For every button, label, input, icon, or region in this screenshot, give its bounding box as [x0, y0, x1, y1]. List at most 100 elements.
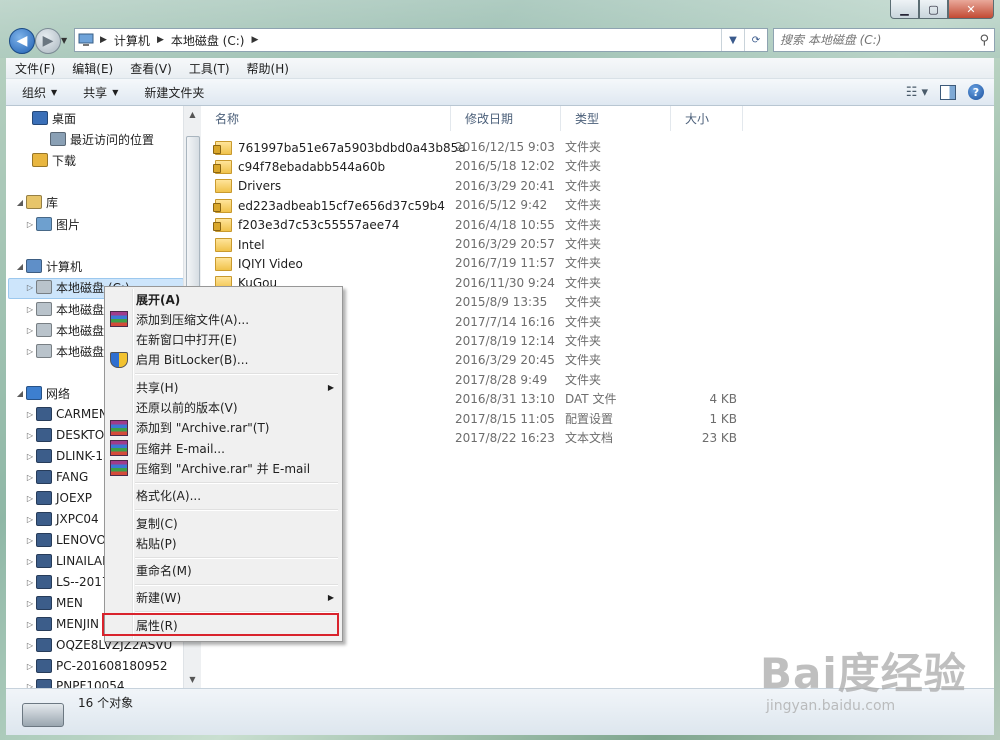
- nav-item[interactable]: ▷ DESKTOP: [24, 425, 111, 445]
- collapsed-arrow-icon[interactable]: ▷: [24, 536, 36, 545]
- breadcrumb-computer[interactable]: 计算机: [110, 32, 154, 49]
- file-row[interactable]: IQIYI Video 2016/7/19 11:57 文件夹: [201, 254, 761, 273]
- refresh-icon[interactable]: ⟳: [744, 29, 767, 51]
- nav-item[interactable]: ▷ JOEXP: [24, 488, 92, 508]
- view-options-icon[interactable]: ☷ ▾: [906, 85, 928, 100]
- column-header-name[interactable]: 名称: [201, 106, 451, 131]
- file-row[interactable]: ed223adbeab15cf7e656d37c59b4 2016/5/12 9:…: [201, 196, 761, 215]
- menu-view[interactable]: 查看(V): [121, 60, 180, 77]
- recent-pages-dropdown[interactable]: ▼: [61, 36, 67, 45]
- search-input[interactable]: [774, 32, 962, 48]
- file-row[interactable]: c94f78ebadabb544a60b 2016/5/18 12:02 文件夹: [201, 157, 761, 176]
- collapsed-arrow-icon[interactable]: ▷: [24, 599, 36, 608]
- scroll-thumb[interactable]: [186, 136, 200, 288]
- breadcrumb-separator[interactable]: ▶: [248, 35, 261, 45]
- collapsed-arrow-icon[interactable]: ▷: [24, 283, 36, 292]
- preview-pane-icon[interactable]: [940, 84, 956, 100]
- collapsed-arrow-icon[interactable]: ▷: [24, 494, 36, 503]
- collapsed-arrow-icon[interactable]: ▷: [24, 473, 36, 482]
- scroll-up-icon[interactable]: ▲: [184, 106, 201, 123]
- nav-item[interactable]: ▷ MENJIN: [24, 614, 99, 634]
- collapsed-arrow-icon[interactable]: ▷: [24, 347, 36, 356]
- collapsed-arrow-icon[interactable]: ▷: [24, 662, 36, 671]
- search-icon[interactable]: ⚲: [979, 33, 989, 48]
- share-button[interactable]: 共享 ▼: [67, 84, 128, 101]
- nav-item[interactable]: 下载: [32, 150, 76, 170]
- nav-item[interactable]: ▷ MEN: [24, 593, 83, 613]
- menu-item[interactable]: 复制(C): [105, 513, 342, 533]
- forward-button[interactable]: ▶: [35, 28, 61, 54]
- collapsed-arrow-icon[interactable]: ▷: [24, 578, 36, 587]
- maximize-button[interactable]: ▢: [919, 0, 948, 19]
- nav-item[interactable]: ◢ 库: [14, 192, 58, 212]
- expanded-arrow-icon[interactable]: ◢: [14, 389, 26, 398]
- collapsed-arrow-icon[interactable]: ▷: [24, 620, 36, 629]
- file-row[interactable]: Intel 2016/3/29 20:57 文件夹: [201, 235, 761, 254]
- nav-item[interactable]: ▷ JXPC04: [24, 509, 99, 529]
- file-row[interactable]: f203e3d7c53c55557aee74 2016/4/18 10:55 文件夹: [201, 216, 761, 235]
- expanded-arrow-icon[interactable]: ◢: [14, 262, 26, 271]
- nav-item[interactable]: ▷ 本地磁盘 (: [24, 341, 113, 361]
- search-box[interactable]: ⚲: [773, 28, 995, 52]
- menu-help[interactable]: 帮助(H): [238, 60, 297, 77]
- menu-edit[interactable]: 编辑(E): [63, 60, 121, 77]
- nav-item[interactable]: ▷ LENOVO-: [24, 530, 111, 550]
- back-button[interactable]: ◀: [9, 28, 35, 54]
- new-folder-button[interactable]: 新建文件夹: [128, 84, 214, 101]
- collapsed-arrow-icon[interactable]: ▷: [24, 431, 36, 440]
- minimize-button[interactable]: ▁: [890, 0, 919, 19]
- menu-item[interactable]: 还原以前的版本(V): [105, 398, 342, 418]
- column-header-size[interactable]: 大小: [671, 106, 743, 131]
- nav-item[interactable]: ▷ 本地磁盘 (: [24, 320, 113, 340]
- menu-item[interactable]: 添加到压缩文件(A)...: [105, 309, 342, 329]
- nav-item[interactable]: 桌面: [32, 108, 76, 128]
- collapsed-arrow-icon[interactable]: ▷: [24, 410, 36, 419]
- nav-item[interactable]: ◢ 计算机: [14, 256, 82, 276]
- winrar-icon: [110, 311, 128, 328]
- menu-item[interactable]: 新建(W) ▶: [105, 588, 342, 608]
- nav-item[interactable]: ▷ CARMEN: [24, 404, 108, 424]
- menu-item[interactable]: 共享(H) ▶: [105, 377, 342, 397]
- menu-item[interactable]: 重命名(M): [105, 561, 342, 581]
- nav-item[interactable]: ▷ 图片: [24, 214, 80, 234]
- scroll-down-icon[interactable]: ▼: [184, 671, 201, 688]
- breadcrumb-separator[interactable]: ▶: [97, 35, 110, 45]
- nav-item[interactable]: ◢ 网络: [14, 383, 70, 403]
- file-row[interactable]: 761997ba51e67a5903bdbd0a43b85a 2016/12/15…: [201, 138, 761, 157]
- menu-item[interactable]: 压缩并 E-mail...: [105, 438, 342, 458]
- collapsed-arrow-icon[interactable]: ▷: [24, 641, 36, 650]
- close-button[interactable]: ✕: [948, 0, 994, 19]
- menu-tools[interactable]: 工具(T): [180, 60, 238, 77]
- address-bar[interactable]: ▶ 计算机 ▶ 本地磁盘 (C:) ▶ ▼ ⟳: [74, 28, 768, 52]
- column-header-date[interactable]: 修改日期: [451, 106, 561, 131]
- collapsed-arrow-icon[interactable]: ▷: [24, 515, 36, 524]
- menu-item[interactable]: 启用 BitLocker(B)...: [105, 350, 342, 370]
- nav-item[interactable]: ▷ LINAILAN: [24, 551, 111, 571]
- collapsed-arrow-icon[interactable]: ▷: [24, 305, 36, 314]
- collapsed-arrow-icon[interactable]: ▷: [24, 326, 36, 335]
- menu-item[interactable]: 格式化(A)...: [105, 486, 342, 506]
- menu-item[interactable]: 展开(A): [105, 289, 342, 309]
- column-header-type[interactable]: 类型: [561, 106, 671, 131]
- menu-file[interactable]: 文件(F): [6, 60, 63, 77]
- menu-item[interactable]: 在新窗口中打开(E): [105, 330, 342, 350]
- nav-item[interactable]: ▷ PNPF10054: [24, 676, 125, 688]
- nav-item[interactable]: ▷ PC-201608180952: [24, 656, 168, 676]
- help-icon[interactable]: ?: [968, 84, 984, 100]
- collapsed-arrow-icon[interactable]: ▷: [24, 452, 36, 461]
- file-row[interactable]: Drivers 2016/3/29 20:41 文件夹: [201, 177, 761, 196]
- menu-item[interactable]: 粘贴(P): [105, 533, 342, 553]
- collapsed-arrow-icon[interactable]: ▷: [24, 220, 36, 229]
- nav-item[interactable]: ▷ DLINK-13: [24, 446, 111, 466]
- breadcrumb-drive-c[interactable]: 本地磁盘 (C:): [167, 32, 249, 49]
- nav-item[interactable]: 最近访问的位置: [50, 129, 154, 149]
- nav-item[interactable]: ▷ FANG: [24, 467, 88, 487]
- menu-item[interactable]: 添加到 "Archive.rar"(T): [105, 418, 342, 438]
- breadcrumb-separator[interactable]: ▶: [154, 35, 167, 45]
- expanded-arrow-icon[interactable]: ◢: [14, 198, 26, 207]
- organize-button[interactable]: 组织 ▼: [6, 84, 67, 101]
- nav-item[interactable]: ▷ 本地磁盘 (: [24, 299, 113, 319]
- menu-item[interactable]: 压缩到 "Archive.rar" 并 E-mail: [105, 458, 342, 478]
- collapsed-arrow-icon[interactable]: ▷: [24, 557, 36, 566]
- address-dropdown[interactable]: ▼: [721, 29, 744, 51]
